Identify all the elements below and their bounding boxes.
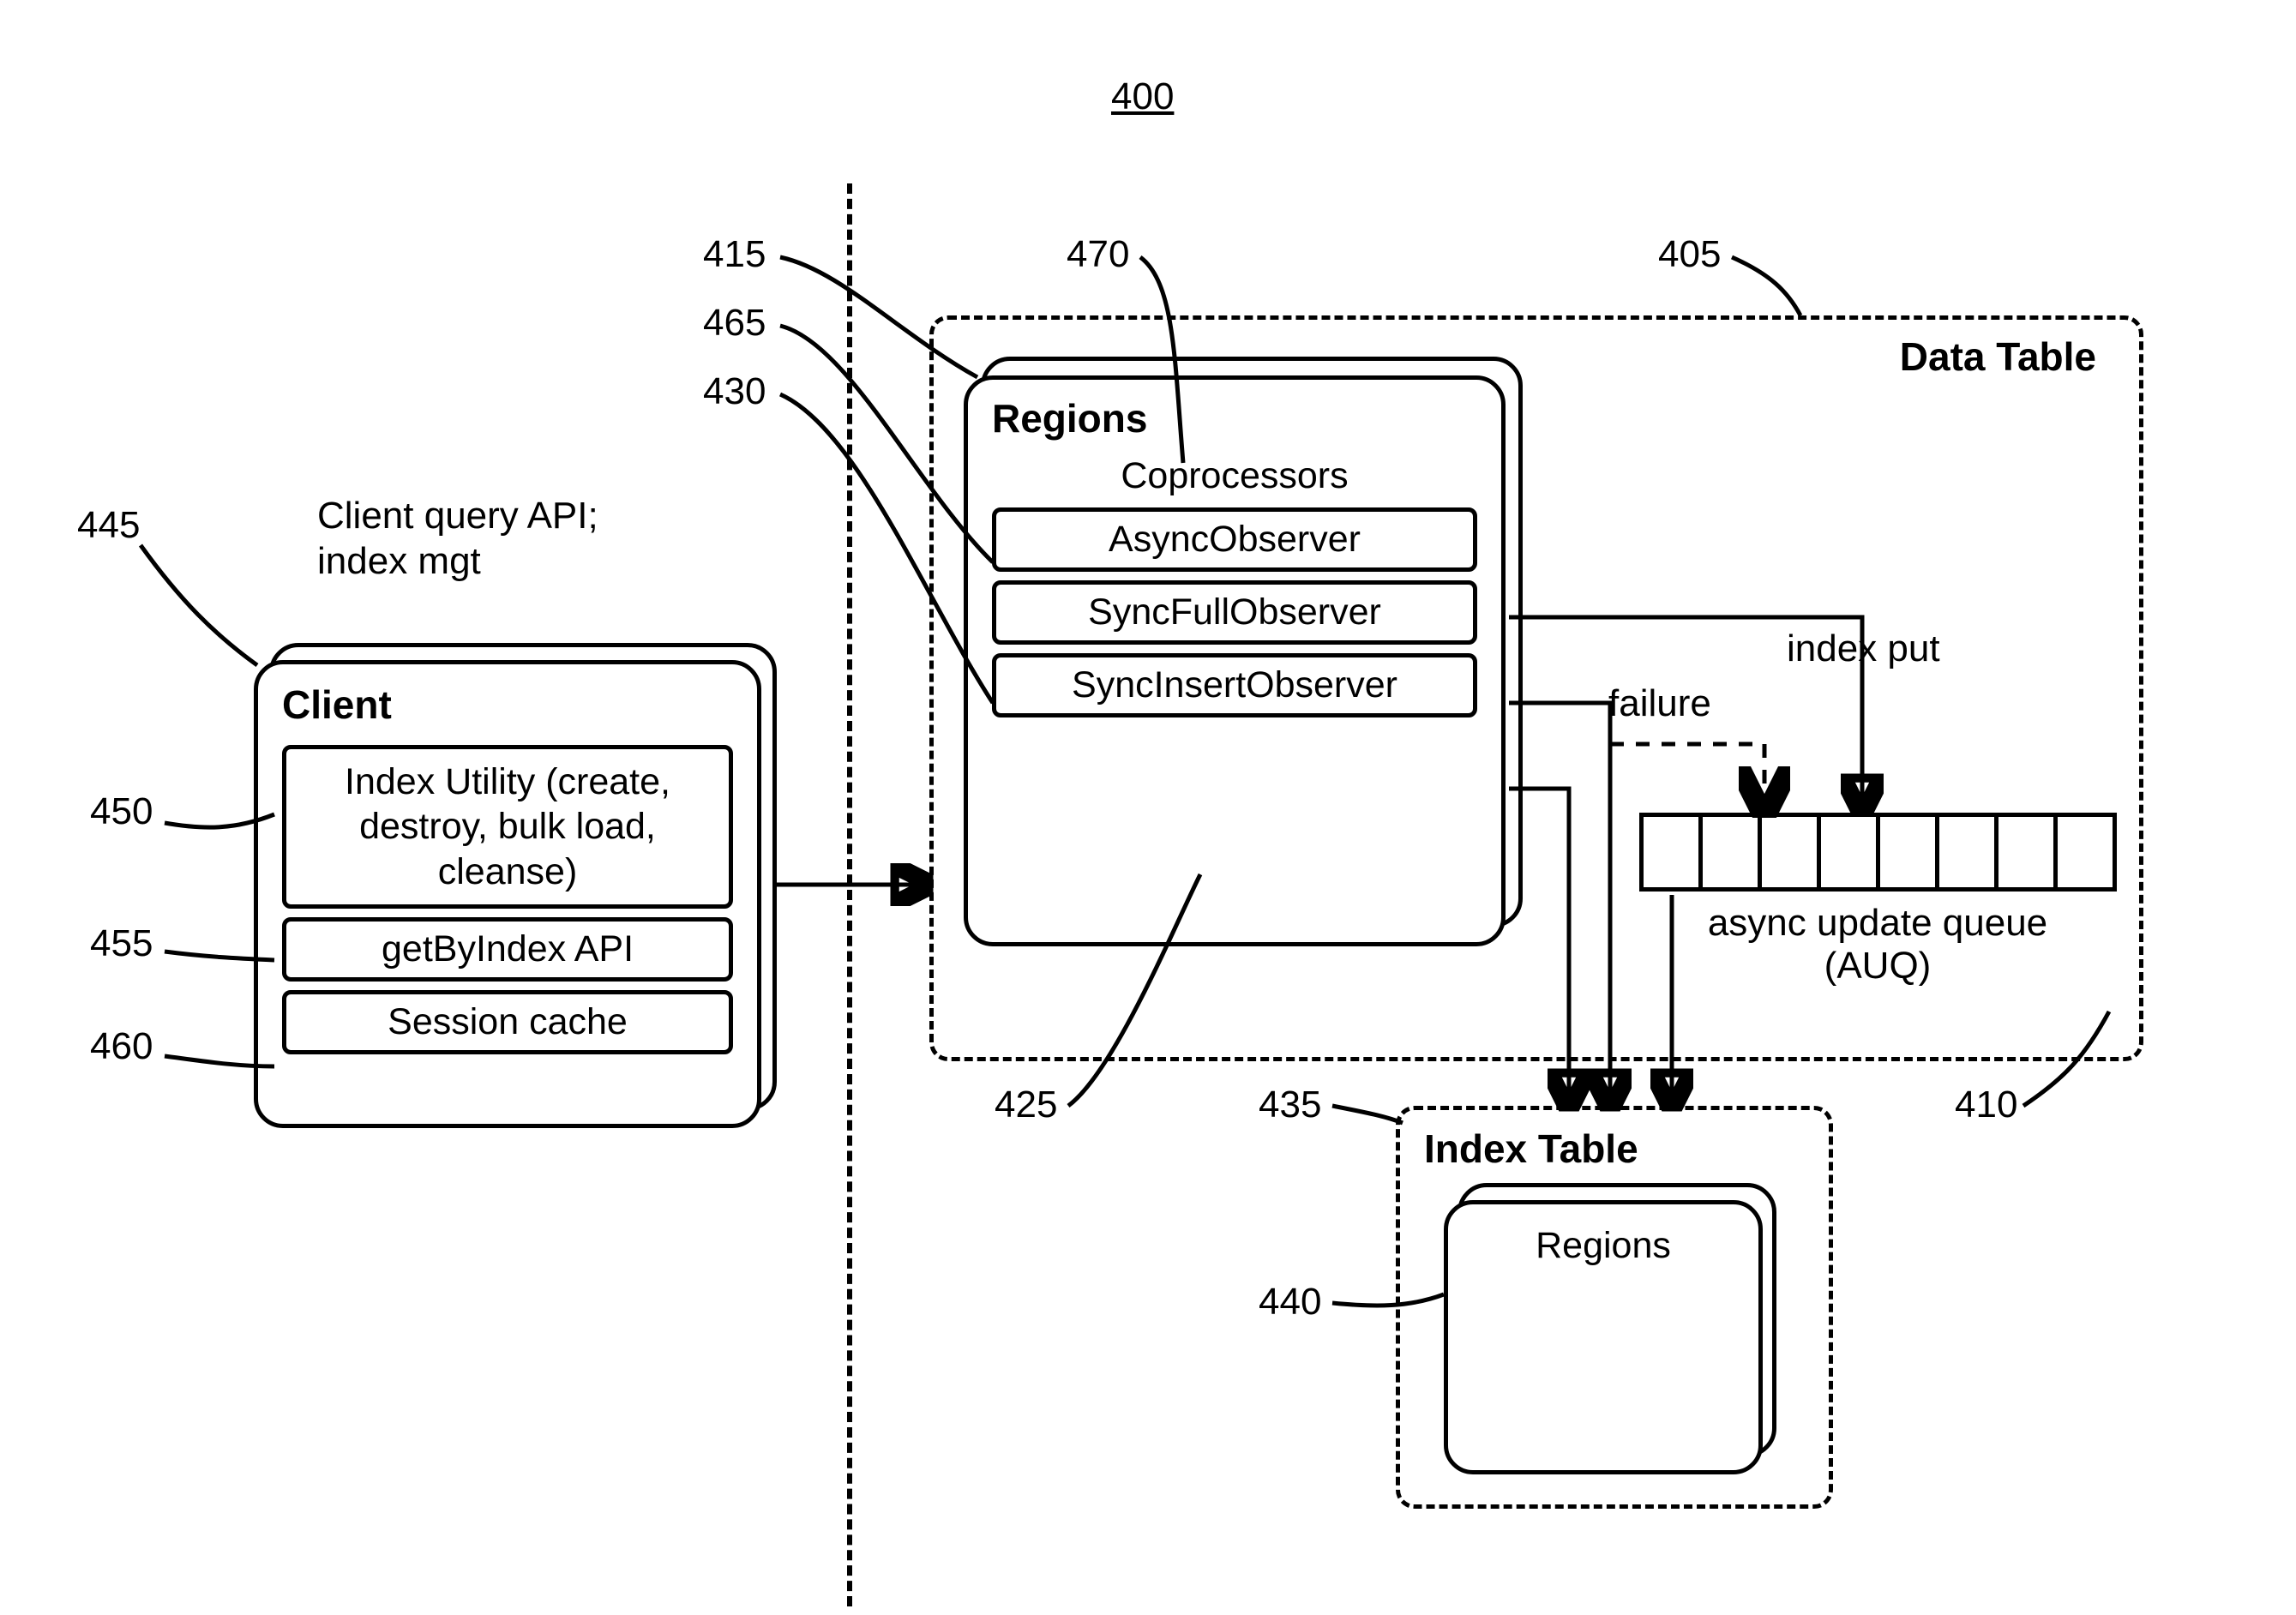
auq-cell [1758,813,1821,892]
edge-label-failure: failure [1608,682,1711,725]
auq-cell [1817,813,1880,892]
index-table-regions-stack: Regions [1444,1183,1783,1480]
index-table-title: Index Table [1419,1126,1810,1172]
client-session-cache: Session cache [282,990,733,1054]
ref-410: 410 [1955,1084,2017,1126]
auq-cell [1698,813,1762,892]
auq-cell [1994,813,2058,892]
coprocessors-label: Coprocessors [985,455,1484,497]
ref-465: 465 [703,302,766,345]
regions-title: Regions [985,393,1484,450]
ref-435: 435 [1259,1084,1321,1126]
observer-syncinsert: SyncInsertObserver [992,653,1477,717]
client-api-caption: Client query API; index mgt [317,494,669,585]
ref-460: 460 [90,1025,153,1068]
ref-415: 415 [703,233,766,276]
ref-450: 450 [90,790,153,833]
client-index-utility: Index Utility (create, destroy, bulk loa… [282,745,733,909]
index-table-regions-label: Regions [1465,1225,1741,1267]
auq-cell [1876,813,1939,892]
auq-label: async update queue (AUQ) [1655,902,2101,988]
ref-445: 445 [77,504,140,547]
client-title: Client [275,680,740,736]
regions-card-stack: Regions Coprocessors AsyncObserver SyncF… [964,357,1521,946]
auq-cell [1639,813,1703,892]
auq-cell [2053,813,2117,892]
ref-470: 470 [1067,233,1129,276]
figure-number: 400 [1111,75,1174,118]
ref-425: 425 [995,1084,1057,1126]
ref-455: 455 [90,922,153,965]
ref-440: 440 [1259,1281,1321,1324]
auq-queue [1639,813,2117,892]
edge-label-index-put: index put [1787,627,1940,670]
observer-syncfull: SyncFullObserver [992,580,1477,645]
separator-dashed-vertical [847,183,852,1606]
observer-async: AsyncObserver [992,507,1477,572]
client-card-stack: Client Index Utility (create, destroy, b… [254,643,777,1128]
auq-cell [1935,813,1998,892]
client-getbyindex-api: getByIndex API [282,917,733,982]
ref-430: 430 [703,370,766,413]
ref-405: 405 [1658,233,1721,276]
